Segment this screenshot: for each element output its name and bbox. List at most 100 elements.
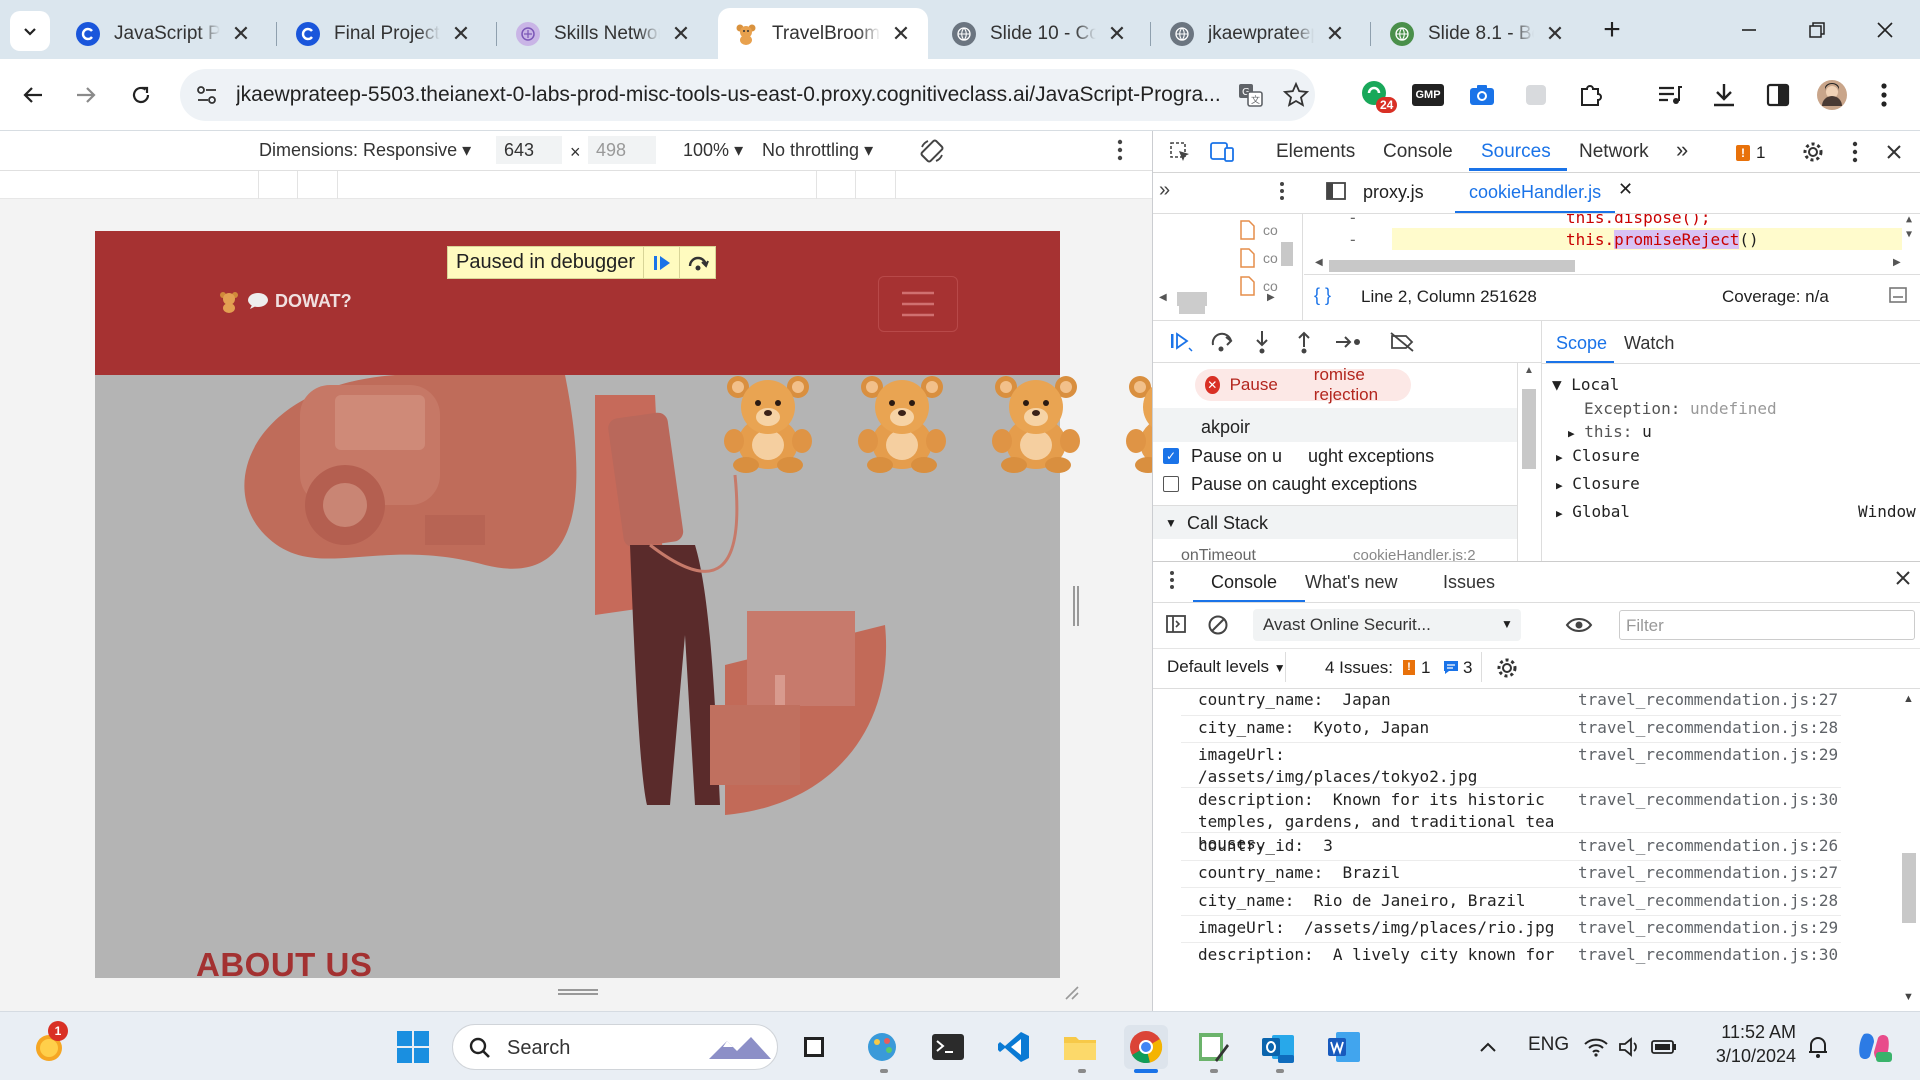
more-tabs-icon[interactable]: » [1676,137,1688,163]
console-sidebar-icon[interactable] [1165,614,1187,634]
device-toolbar-menu-icon[interactable] [1117,139,1123,161]
step-over-icon[interactable] [1210,331,1234,353]
close-tab-icon[interactable]: ✕ [890,21,912,47]
start-button[interactable] [391,1025,435,1069]
chrome-menu-button[interactable] [1862,73,1906,117]
wifi-icon[interactable] [1580,1025,1612,1069]
watch-tab[interactable]: Watch [1624,333,1674,354]
volume-icon[interactable] [1614,1025,1646,1069]
console-source-link[interactable]: travel_recommendation.js:27 [1578,689,1843,711]
coverage-icon[interactable] [1888,285,1908,305]
issues-counter[interactable]: ! 1 [1736,143,1765,163]
close-devtools-icon[interactable] [1879,137,1909,167]
new-tab-button[interactable]: + [1587,8,1637,52]
translate-icon[interactable]: G文 [1237,81,1265,109]
resume-button[interactable] [643,247,679,278]
back-button[interactable] [11,73,55,117]
battery-icon[interactable] [1648,1025,1680,1069]
drawer-menu-icon[interactable] [1169,570,1175,590]
close-drawer-icon[interactable] [1895,570,1911,586]
device-toolbar-toggle-icon[interactable] [1207,137,1237,167]
resize-handle-bottom[interactable] [558,989,598,995]
resume-icon[interactable] [1169,331,1193,353]
close-tab-icon[interactable]: ✕ [450,21,472,47]
step-over-button[interactable] [679,247,715,278]
caught-checkbox[interactable] [1163,476,1179,492]
console-source-link[interactable]: travel_recommendation.js:28 [1578,717,1843,739]
taskbar-app-explorer[interactable] [1058,1025,1102,1069]
settings-gear-icon[interactable] [1798,137,1828,167]
breakpoints-scrollbar[interactable]: ▲ ▼ [1517,363,1539,591]
dimensions-select[interactable]: Dimensions: Responsive ▾ [259,140,471,161]
bookmark-star-icon[interactable] [1282,81,1310,109]
devtools-tab-elements[interactable]: Elements [1276,141,1355,163]
taskbar-app-outlook[interactable] [1256,1025,1300,1069]
site-logo[interactable]: DOWAT? [219,289,352,313]
taskbar-app-word[interactable] [1322,1025,1366,1069]
devtools-tab-sources[interactable]: Sources [1481,141,1551,163]
code-hscrollbar[interactable]: ◀ ▶ [1315,257,1905,273]
grey-extension-button[interactable] [1514,73,1558,117]
gmp-extension-button[interactable]: GMP [1406,73,1450,117]
taskbar-app-notepad[interactable] [1190,1025,1234,1069]
rotate-device-icon[interactable] [918,137,946,165]
zoom-select[interactable]: 100% ▾ [683,140,743,161]
browser-tab-2[interactable]: Final Project | ✕ [280,8,488,59]
forward-button[interactable] [64,73,108,117]
close-window-button[interactable] [1860,8,1910,52]
console-settings-icon[interactable] [1495,656,1519,680]
site-info-icon[interactable] [194,82,220,108]
file-item[interactable]: co [1239,220,1278,240]
input-language[interactable]: ENG [1528,1034,1569,1056]
browser-tab-active[interactable]: TravelBroom p ✕ [718,8,928,59]
more-options-icon[interactable] [1267,176,1297,206]
browser-tab-7[interactable]: Slide 8.1 - Bea ✕ [1374,8,1582,59]
drawer-tab-whats-new[interactable]: What's new [1305,572,1397,593]
call-stack-header[interactable]: Call Stack [1187,513,1268,534]
code-vscroll[interactable]: ▲ ▼ [1906,214,1918,274]
console-source-link[interactable]: travel_recommendation.js:29 [1578,917,1843,939]
inspect-element-icon[interactable] [1165,137,1195,167]
copilot-button[interactable] [1852,1025,1896,1069]
close-tab-icon[interactable]: ✕ [670,21,692,47]
context-select[interactable]: Avast Online Securit... ▼ [1253,609,1521,641]
clear-console-icon[interactable] [1207,614,1229,636]
step-into-icon[interactable] [1252,329,1272,355]
scope-local[interactable]: ▼ Local [1552,375,1619,394]
close-tab-icon[interactable]: ✕ [230,21,252,47]
taskbar-search-box[interactable]: Search [452,1024,778,1070]
file-tab-cookiehandler[interactable]: cookieHandler.js [1469,182,1601,203]
tab-search-button[interactable] [10,11,50,51]
console-source-link[interactable]: travel_recommendation.js:27 [1578,862,1843,884]
scope-closure[interactable]: ▶ Closure [1556,446,1640,465]
height-input[interactable]: 498 [588,136,656,164]
devtools-tab-network[interactable]: Network [1579,141,1649,163]
console-source-link[interactable]: travel_recommendation.js:28 [1578,890,1843,912]
pretty-print-icon[interactable]: { } [1314,285,1331,306]
resize-corner-icon[interactable] [1062,983,1080,1001]
toggle-sidebar-icon[interactable] [1321,176,1351,206]
step-out-icon[interactable] [1294,329,1314,355]
console-source-link[interactable]: travel_recommendation.js:30 [1578,789,1843,811]
restore-button[interactable] [1792,8,1842,52]
close-tab-icon[interactable]: ✕ [1544,21,1566,47]
screenshot-extension-button[interactable] [1460,73,1504,117]
taskbar-app-terminal[interactable] [926,1025,970,1069]
width-input[interactable]: 643 [496,136,562,164]
side-panel-button[interactable] [1756,73,1800,117]
file-tab-proxy[interactable]: proxy.js [1363,182,1424,203]
minimize-button[interactable] [1724,8,1774,52]
address-bar[interactable]: jkaewprateep-5503.theianext-0-labs-prod-… [180,69,1315,121]
live-expression-eye-icon[interactable] [1565,616,1593,634]
task-view-button[interactable] [792,1025,836,1069]
console-scrollbar[interactable]: ▲ ▼ [1897,689,1920,1012]
show-hidden-icons[interactable] [1466,1025,1510,1069]
close-file-tab-icon[interactable]: ✕ [1618,179,1633,200]
file-item[interactable]: co [1239,248,1278,268]
show-navigator-icon[interactable]: » [1159,179,1170,202]
console-filter-input[interactable]: Filter [1619,610,1915,640]
taskbar-app-vscode[interactable] [992,1025,1036,1069]
scope-closure[interactable]: ▶ Closure [1556,474,1640,493]
console-source-link[interactable]: travel_recommendation.js:26 [1578,835,1843,857]
step-icon[interactable] [1334,333,1362,351]
